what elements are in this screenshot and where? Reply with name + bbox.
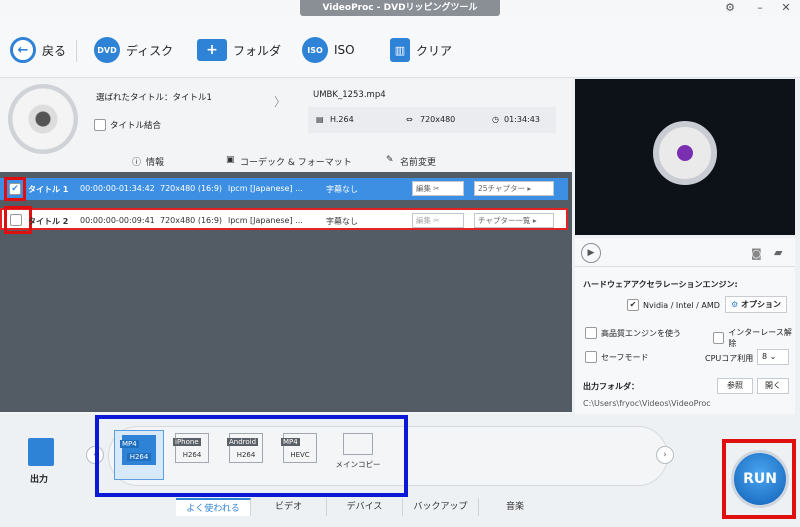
videoproc-logo-icon [653,121,717,185]
iso-icon: ISO [302,37,328,63]
dvd-icon: DVD [94,37,120,63]
window-title: VideoProc - DVDリッピングツール [300,0,500,16]
merge-titles-label: タイトル結合 [110,121,162,131]
trash-icon: ▥ [390,38,410,62]
tab-music[interactable]: 音楽 [479,498,551,516]
title-1-checkbox[interactable]: ✔ [9,183,21,195]
back-button[interactable]: ← 戻る [10,35,66,65]
arrow-divider-icon: 〉 [274,95,287,109]
film-icon: ▤ [316,115,324,124]
info-icon: ⓘ [132,158,142,168]
folder-button[interactable]: + フォルダ [197,35,281,65]
title-row[interactable]: ✔ タイトル 1 00:00:00-01:34:42 720x480 (16:9… [0,177,568,201]
audio-select[interactable]: lpcm [Japanese] ... [228,216,303,225]
title-resolution: 720x480 (16:9) [160,184,223,193]
tab-device[interactable]: デバイス [327,498,403,516]
source-meta: ▤ H.264 ⇔ 720x480 ◷ 01:34:43 [308,107,556,133]
title-timecode: 00:00:00-00:09:41 [80,216,155,225]
edit-button[interactable]: 編集 ✂ [412,213,464,228]
disc-button[interactable]: DVD ディスク [94,35,173,65]
gpu-label: Nvidia / Intel / AMD [643,300,720,310]
safe-mode-checkbox[interactable] [585,351,597,363]
gear-icon: ⚙ [731,300,739,309]
back-label: 戻る [42,43,67,58]
high-quality-label: 高品質エンジンを使う [601,328,681,338]
chapter-button[interactable]: 25チャプター ▸ [474,181,554,196]
deinterlace-option[interactable]: インターレース解除 [713,327,795,349]
resolution-value: 720x480 [420,115,456,124]
merge-titles-option[interactable]: タイトル結合 [94,119,161,131]
rename-icon: ✎ [386,155,394,165]
video-preview [575,79,795,235]
clear-label: クリア [416,43,453,58]
codec-icon: ▣ [226,155,235,165]
subtitle-select[interactable]: 字幕なし [326,216,358,227]
audio-select[interactable]: lpcm [Japanese] ... [228,184,303,193]
output-section-label: 出力 [30,475,49,485]
rename-label[interactable]: 名前変更 [400,155,436,168]
tab-frequent[interactable]: よく使われる [176,498,251,516]
safe-mode-label: セーフモード [601,352,649,362]
cpu-label: CPUコア利用 [705,354,754,363]
gpu-option[interactable]: ✔ Nvidia / Intel / AMD [627,299,720,311]
play-icon[interactable]: ▶ [581,243,601,263]
edit-button[interactable]: 編集 ✂ [412,181,464,196]
subtitle-select[interactable]: 字幕なし [326,184,358,195]
camera-icon[interactable]: ◙ [751,247,762,260]
scroll-right-icon[interactable]: › [656,446,674,464]
output-settings-icon[interactable] [28,438,54,466]
merge-checkbox[interactable] [94,119,106,131]
tab-video[interactable]: ビデオ [251,498,327,516]
output-folder-label: 出力フォルダ： [583,382,639,391]
info-label[interactable]: 情報 [146,155,164,168]
folder-icon[interactable]: ▰ [774,246,782,259]
run-button[interactable]: RUN [731,450,789,508]
safe-mode-option[interactable]: セーフモード [585,351,649,363]
title-name: タイトル 1 [28,185,69,194]
close-icon[interactable]: ✕ [778,1,794,15]
duration-value: 01:34:43 [504,115,540,124]
clear-button[interactable]: ▥ クリア [390,35,452,65]
browse-button[interactable]: 参照 [717,378,753,394]
toolbar-divider [76,40,77,62]
folder-add-icon: + [197,39,227,61]
iso-button[interactable]: ISO ISO [302,35,355,65]
high-quality-checkbox[interactable] [585,327,597,339]
title-timecode: 00:00:00-01:34:42 [80,184,155,193]
open-button[interactable]: 開く [757,378,789,394]
hardware-panel: ハードウェアアクセラレーションエンジン: ✔ Nvidia / Intel / … [575,266,795,414]
codec-format-label[interactable]: コーデック & フォーマット [240,155,352,168]
title-row[interactable]: タイトル 2 00:00:00-00:09:41 720x480 (16:9) … [0,206,568,234]
formats-highlight [95,415,408,497]
minimize-icon[interactable]: – [752,1,768,15]
output-path: C:\Users\fryoc\Videos\VideoProc [583,399,711,408]
back-arrow-icon: ← [10,37,36,63]
hw-title: ハードウェアアクセラレーションエンジン: [583,280,738,289]
cpu-select[interactable]: 8 ⌄ [757,349,789,365]
info-bar: ⓘ 情報 ▣ コーデック & フォーマット ✎ 名前変更 [100,151,540,169]
title-resolution: 720x480 (16:9) [160,216,223,225]
toolbar: ← 戻る DVD ディスク + フォルダ ISO ISO ▥ クリア [0,18,800,78]
tab-backup[interactable]: バックアップ [403,498,479,516]
title-name: タイトル 2 [28,217,69,226]
disc-label: ディスク [126,43,174,58]
codec-value: H.264 [330,115,354,124]
resolution-icon: ⇔ [406,115,413,124]
title-bar: VideoProc - DVDリッピングツール ⚙ – ✕ [0,0,800,18]
gpu-checkbox[interactable]: ✔ [627,299,639,311]
options-button[interactable]: ⚙ オプション [725,296,787,313]
disc-icon [8,84,78,154]
clock-icon: ◷ [492,115,499,124]
folder-label: フォルダ [233,43,282,58]
selected-title: 選ばれたタイトル：タイトル1 [96,93,212,103]
title-2-checkbox[interactable] [10,214,22,226]
deinterlace-checkbox[interactable] [713,332,725,344]
preview-controls: ▶ ◙ ▰ [575,238,795,266]
output-filename: UMBK_1253.mp4 [313,90,386,100]
deinterlace-label: インターレース解除 [728,328,792,348]
high-quality-option[interactable]: 高品質エンジンを使う [585,327,681,339]
iso-label: ISO [334,43,355,57]
chapter-button[interactable]: チャプター一覧 ▸ [474,213,554,228]
settings-icon[interactable]: ⚙ [722,1,738,15]
